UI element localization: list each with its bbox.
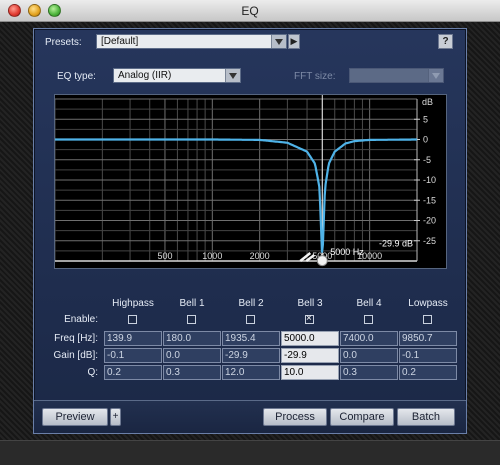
- fft-size-dropdown: [349, 68, 444, 83]
- y-tick-label: -15: [423, 195, 436, 205]
- enable-checkbox-bell-4[interactable]: [364, 315, 373, 324]
- freq-readout: 5000 Hz: [330, 247, 364, 257]
- freq-field-bell-2[interactable]: 1935.4: [222, 331, 280, 346]
- q-field-bell-3[interactable]: 10.0: [281, 365, 339, 380]
- freq-field-bell-3[interactable]: 5000.0: [281, 331, 339, 346]
- q-field-bell-4[interactable]: 0.3: [340, 365, 398, 380]
- preset-next-button[interactable]: ▶: [288, 34, 300, 49]
- freq-field-lowpass[interactable]: 9850.7: [399, 331, 457, 346]
- gain-field-bell-4[interactable]: 0.0: [340, 348, 398, 363]
- freq-field-bell-1[interactable]: 180.0: [163, 331, 221, 346]
- y-tick-label: -10: [423, 175, 436, 185]
- x-tick-label: 2000: [250, 251, 270, 261]
- eq-response-graph[interactable]: dB50-5-10-15-20-2550010002000500010000-2…: [54, 94, 447, 269]
- enable-checkbox-bell-2[interactable]: [246, 315, 255, 324]
- freq-field-highpass[interactable]: 139.9: [104, 331, 162, 346]
- eq-panel: Presets: [Default] ▶ ? EQ type: Analog (…: [33, 28, 467, 434]
- gain-label: Gain [dB]:: [53, 350, 98, 361]
- band-3-node[interactable]: [316, 255, 328, 267]
- enable-checkbox-bell-3[interactable]: [305, 313, 314, 324]
- q-field-highpass[interactable]: 0.2: [104, 365, 162, 380]
- freq-field-bell-4[interactable]: 7400.0: [340, 331, 398, 346]
- preview-button[interactable]: Preview: [42, 408, 108, 426]
- chevron-down-icon: [271, 35, 286, 48]
- presets-value: [Default]: [101, 36, 139, 47]
- gain-field-bell-2[interactable]: -29.9: [222, 348, 280, 363]
- batch-button[interactable]: Batch: [397, 408, 455, 426]
- gain-readout: -29.9 dB: [379, 239, 413, 249]
- bottom-strip: [0, 440, 500, 465]
- compare-button[interactable]: Compare: [330, 408, 394, 426]
- presets-label: Presets:: [45, 37, 82, 48]
- freq-label: Freq [Hz]:: [54, 333, 98, 344]
- q-label: Q:: [87, 367, 98, 378]
- eq-response-chart[interactable]: dB50-5-10-15-20-2550010002000500010000-2…: [55, 95, 446, 268]
- enable-label: Enable:: [64, 314, 98, 325]
- footer-bar: Preview + Process Compare Batch: [34, 400, 466, 433]
- band-header-bell-1: Bell 1: [179, 298, 205, 309]
- enable-checkbox-bell-1[interactable]: [187, 315, 196, 324]
- preview-options-button[interactable]: +: [110, 408, 121, 426]
- chevron-down-icon: [428, 69, 443, 82]
- gain-field-lowpass[interactable]: -0.1: [399, 348, 457, 363]
- x-tick-label: 1000: [202, 251, 222, 261]
- band-header-highpass: Highpass: [112, 298, 154, 309]
- enable-checkbox-lowpass[interactable]: [423, 315, 432, 324]
- band-header-bell-2: Bell 2: [238, 298, 264, 309]
- enable-checkbox-highpass[interactable]: [128, 315, 137, 324]
- y-tick-label: -25: [423, 236, 436, 246]
- band-header-bell-3: Bell 3: [297, 298, 323, 309]
- chevron-down-icon: [225, 69, 240, 82]
- y-tick-label: -5: [423, 155, 431, 165]
- process-button[interactable]: Process: [263, 408, 327, 426]
- gain-field-bell-3[interactable]: -29.9: [281, 348, 339, 363]
- eq-type-label: EQ type:: [57, 71, 96, 82]
- y-tick-label: -20: [423, 216, 436, 226]
- y-tick-label: 5: [423, 114, 428, 124]
- window-title: EQ: [241, 4, 259, 18]
- q-field-lowpass[interactable]: 0.2: [399, 365, 457, 380]
- presets-dropdown[interactable]: [Default]: [96, 34, 287, 49]
- y-axis-unit-label: dB: [422, 97, 433, 107]
- q-field-bell-1[interactable]: 0.3: [163, 365, 221, 380]
- play-arrow-icon: ▶: [290, 36, 298, 46]
- gain-field-bell-1[interactable]: 0.0: [163, 348, 221, 363]
- x-tick-label: 500: [157, 251, 172, 261]
- help-button[interactable]: ?: [438, 34, 453, 49]
- eq-type-value: Analog (IIR): [118, 70, 172, 81]
- band-header-bell-4: Bell 4: [356, 298, 382, 309]
- title-bar: EQ: [0, 0, 500, 22]
- fft-size-label: FFT size:: [294, 71, 336, 82]
- q-field-bell-2[interactable]: 12.0: [222, 365, 280, 380]
- y-tick-label: 0: [423, 135, 428, 145]
- gain-field-highpass[interactable]: -0.1: [104, 348, 162, 363]
- band-header-lowpass: Lowpass: [408, 298, 448, 309]
- eq-type-dropdown[interactable]: Analog (IIR): [113, 68, 241, 83]
